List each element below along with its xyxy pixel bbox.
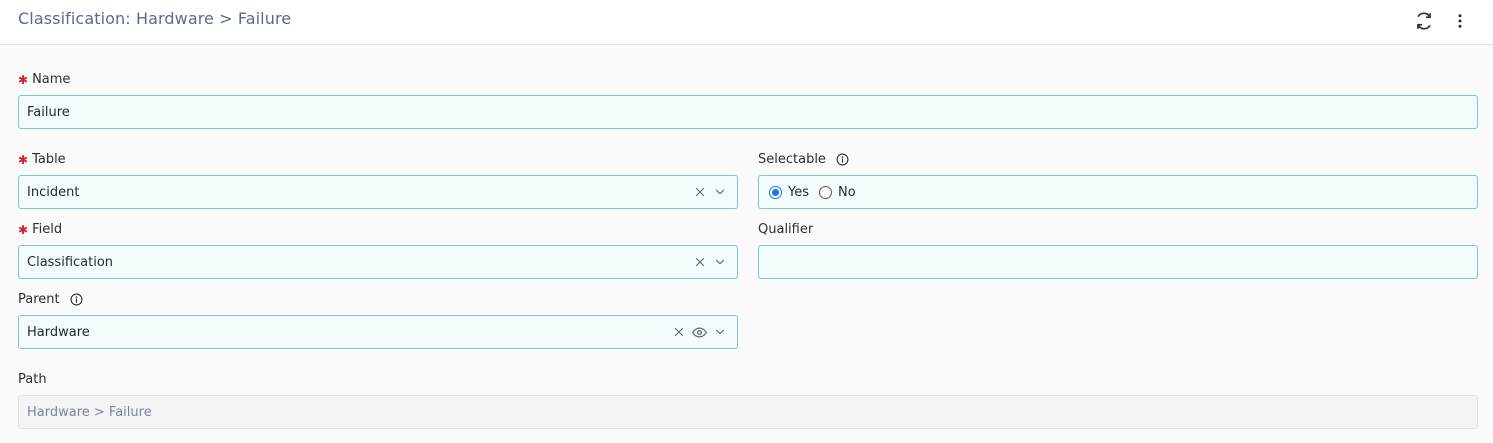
clear-icon[interactable] bbox=[693, 255, 707, 269]
qualifier-input[interactable] bbox=[758, 245, 1478, 279]
table-label: ✱ Table bbox=[18, 152, 66, 167]
path-value: Hardware > Failure bbox=[27, 404, 152, 420]
parent-label-text: Parent bbox=[18, 292, 60, 307]
field-select[interactable]: Classification bbox=[18, 245, 738, 279]
required-icon: ✱ bbox=[18, 222, 29, 237]
page-title: Classification: Hardware > Failure bbox=[18, 9, 292, 28]
clear-icon[interactable] bbox=[672, 325, 686, 339]
path-label-text: Path bbox=[18, 372, 47, 387]
required-icon: ✱ bbox=[18, 72, 29, 87]
field-label: ✱ Field bbox=[18, 222, 62, 237]
field-label-text: Field bbox=[32, 222, 63, 237]
selectable-label: Selectable bbox=[758, 152, 849, 167]
path-field: Hardware > Failure bbox=[18, 395, 1478, 429]
radio-no-label[interactable]: No bbox=[838, 185, 856, 200]
chevron-down-icon[interactable] bbox=[713, 325, 727, 339]
qualifier-label-text: Qualifier bbox=[758, 222, 814, 237]
field-value: Classification bbox=[27, 254, 114, 270]
name-input[interactable]: Failure bbox=[18, 95, 1478, 129]
chevron-down-icon[interactable] bbox=[713, 185, 727, 199]
parent-value: Hardware bbox=[27, 324, 90, 340]
selectable-label-text: Selectable bbox=[758, 152, 826, 167]
table-value: Incident bbox=[27, 184, 80, 200]
table-label-text: Table bbox=[32, 152, 66, 167]
radio-yes[interactable] bbox=[769, 185, 782, 199]
table-select[interactable]: Incident bbox=[18, 175, 738, 209]
radio-no[interactable] bbox=[819, 185, 832, 199]
clear-icon[interactable] bbox=[693, 185, 707, 199]
more-vert-icon[interactable] bbox=[1448, 9, 1472, 33]
name-label: ✱ Name bbox=[18, 72, 70, 87]
name-label-text: Name bbox=[32, 72, 71, 87]
qualifier-label: Qualifier bbox=[758, 222, 813, 237]
parent-label: Parent bbox=[18, 292, 83, 307]
form-header: Classification: Hardware > Failure bbox=[0, 0, 1493, 45]
info-icon[interactable] bbox=[70, 293, 83, 306]
name-value: Failure bbox=[27, 104, 70, 120]
radio-yes-label[interactable]: Yes bbox=[788, 185, 809, 200]
refresh-icon[interactable] bbox=[1412, 9, 1436, 33]
eye-icon[interactable] bbox=[692, 325, 707, 340]
info-icon[interactable] bbox=[836, 153, 849, 166]
path-label: Path bbox=[18, 372, 47, 387]
required-icon: ✱ bbox=[18, 152, 29, 167]
chevron-down-icon[interactable] bbox=[713, 255, 727, 269]
selectable-radio-group: Yes No bbox=[758, 175, 1478, 209]
parent-select[interactable]: Hardware bbox=[18, 315, 738, 349]
